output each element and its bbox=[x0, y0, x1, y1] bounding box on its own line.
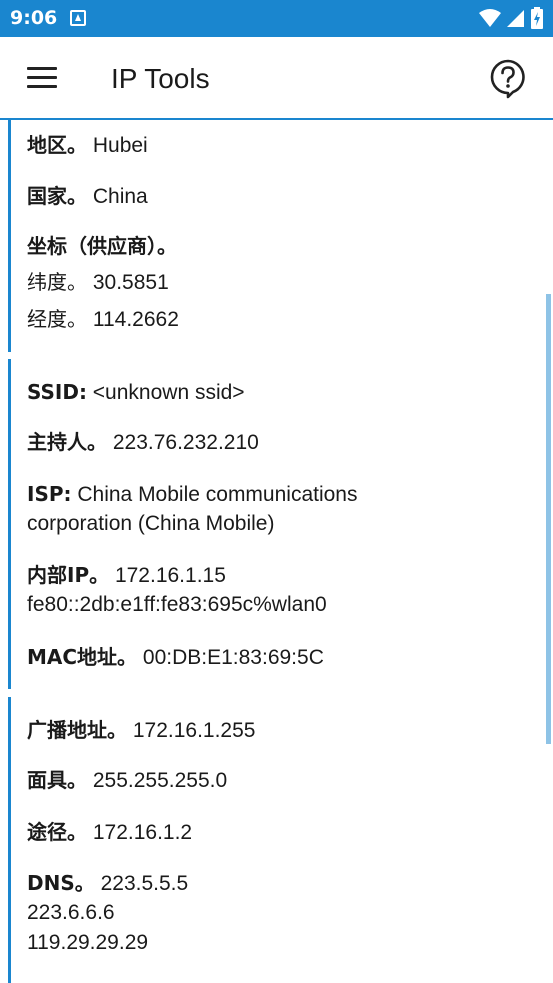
mask-label: 面具。 bbox=[27, 768, 87, 792]
notification-icon bbox=[70, 10, 86, 26]
country-row: 国家。 China bbox=[27, 181, 148, 212]
internal-ip-label: 内部IP。 bbox=[27, 563, 110, 587]
battery-icon bbox=[531, 7, 543, 29]
latitude-label: 纬度。 bbox=[27, 270, 87, 294]
dns-value-1: 223.5.5.5 bbox=[100, 872, 189, 895]
region-row: 地区。 Hubei bbox=[27, 130, 148, 161]
ssid-row: SSID: <unknown ssid> bbox=[27, 377, 245, 408]
coords-label: 坐标（供应商）。 bbox=[27, 234, 177, 258]
broadcast-label: 广播地址。 bbox=[27, 718, 127, 742]
dns-value-3: 119.29.29.29 bbox=[27, 931, 149, 954]
ssid-value: <unknown ssid> bbox=[92, 381, 245, 404]
isp-value-line2: corporation (China Mobile) bbox=[27, 512, 275, 535]
longitude-row: 经度。 114.2662 bbox=[27, 304, 179, 335]
route-label: 途径。 bbox=[27, 820, 87, 844]
host-value: 223.76.232.210 bbox=[112, 431, 259, 454]
status-bar: 9:06 bbox=[0, 0, 553, 37]
latitude-row: 纬度。 30.5851 bbox=[27, 267, 169, 298]
broadcast-row: 广播地址。 172.16.1.255 bbox=[27, 715, 255, 746]
route-value: 172.16.1.2 bbox=[92, 821, 193, 844]
mac-row: MAC地址。 00:DB:E1:83:69:5C bbox=[27, 642, 324, 673]
isp-value-line1: China Mobile communications bbox=[77, 483, 358, 506]
mask-value: 255.255.255.0 bbox=[92, 769, 228, 792]
internal-ip-row: 内部IP。 172.16.1.15 bbox=[27, 560, 226, 591]
longitude-value: 114.2662 bbox=[92, 308, 179, 331]
longitude-label: 经度。 bbox=[27, 307, 87, 331]
page-title: IP Tools bbox=[111, 63, 210, 94]
dns-value-2: 223.6.6.6 bbox=[27, 901, 115, 924]
info-list[interactable]: 地区。 Hubei 国家。 China 坐标（供应商）。 纬度。 30.5851… bbox=[0, 120, 553, 983]
wifi-icon bbox=[479, 9, 501, 27]
host-row: 主持人。 223.76.232.210 bbox=[27, 427, 259, 458]
location-section: 地区。 Hubei 国家。 China 坐标（供应商）。 纬度。 30.5851… bbox=[8, 120, 538, 352]
internal-ipv6-value: fe80::2db:e1ff:fe83:695c%wlan0 bbox=[27, 593, 327, 616]
signal-icon bbox=[507, 10, 524, 27]
internal-ip-value: 172.16.1.15 bbox=[114, 564, 226, 587]
mac-label: MAC地址。 bbox=[27, 645, 138, 669]
latitude-value: 30.5851 bbox=[92, 271, 169, 294]
host-label: 主持人。 bbox=[27, 430, 107, 454]
status-icons bbox=[479, 7, 543, 29]
help-button[interactable] bbox=[489, 59, 527, 99]
dns-row-3: 119.29.29.29 bbox=[27, 928, 148, 958]
isp-label: ISP: bbox=[27, 482, 72, 506]
app-bar: IP Tools bbox=[0, 37, 553, 120]
status-time: 9:06 bbox=[10, 7, 58, 29]
country-value: China bbox=[92, 185, 148, 208]
dns-row: DNS。 223.5.5.5 bbox=[27, 868, 188, 899]
country-label: 国家。 bbox=[27, 184, 87, 208]
region-value: Hubei bbox=[92, 134, 148, 157]
dns-row-2: 223.6.6.6 bbox=[27, 898, 115, 928]
scrollbar[interactable] bbox=[546, 294, 551, 744]
isp-row-cont: corporation (China Mobile) bbox=[27, 509, 274, 539]
coords-row: 坐标（供应商）。 bbox=[27, 231, 177, 262]
broadcast-value: 172.16.1.255 bbox=[132, 719, 256, 742]
network-section: SSID: <unknown ssid> 主持人。 223.76.232.210… bbox=[8, 359, 538, 689]
dns-label: DNS。 bbox=[27, 871, 95, 895]
mac-value: 00:DB:E1:83:69:5C bbox=[142, 646, 324, 669]
help-bubble-icon bbox=[490, 59, 525, 99]
route-row: 途径。 172.16.1.2 bbox=[27, 817, 192, 848]
ssid-label: SSID: bbox=[27, 380, 87, 404]
isp-row: ISP: China Mobile communications bbox=[27, 479, 358, 510]
internal-ipv6-row: fe80::2db:e1ff:fe83:695c%wlan0 bbox=[27, 590, 327, 620]
region-label: 地区。 bbox=[27, 133, 87, 157]
menu-button[interactable] bbox=[27, 67, 57, 89]
routing-section: 广播地址。 172.16.1.255 面具。 255.255.255.0 途径。… bbox=[8, 697, 538, 983]
mask-row: 面具。 255.255.255.0 bbox=[27, 765, 227, 796]
menu-icon bbox=[27, 67, 57, 70]
